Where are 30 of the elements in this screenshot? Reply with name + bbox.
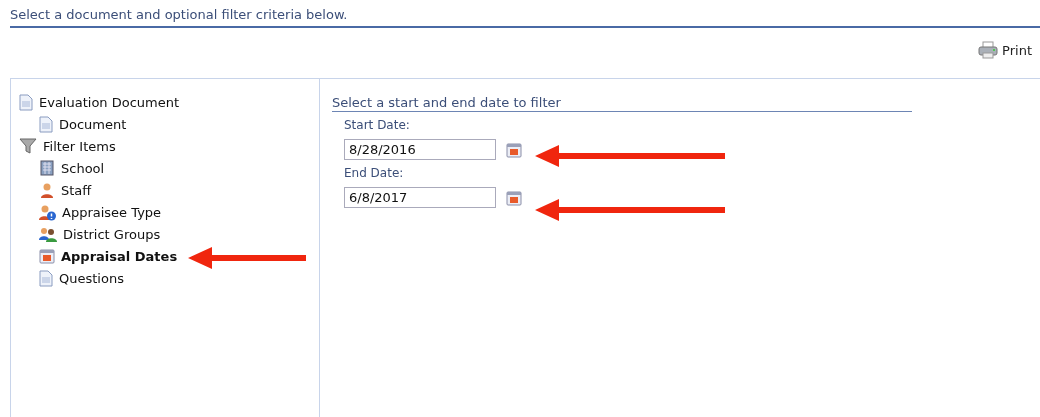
tree-item[interactable]: Document	[39, 113, 319, 135]
people-icon	[39, 226, 57, 242]
document-icon	[39, 269, 53, 287]
tree-item[interactable]: Appraisal Dates	[39, 245, 319, 267]
filter-heading: Select a start and end date to filter	[332, 95, 912, 112]
tree-item[interactable]: Evaluation Document	[19, 91, 319, 113]
printer-icon	[978, 41, 999, 59]
person-icon	[39, 182, 55, 198]
person-info-icon	[39, 203, 56, 221]
tree-item[interactable]: Appraisee Type	[39, 201, 319, 223]
tree-item[interactable]: School	[39, 157, 319, 179]
calendar-button[interactable]	[506, 141, 522, 158]
date-field[interactable]: 8/28/2016	[344, 139, 496, 160]
tree-item[interactable]: Filter Items	[19, 135, 319, 157]
field-label: Start Date:	[344, 118, 411, 132]
document-icon	[39, 115, 53, 133]
calendar-icon	[506, 189, 522, 206]
tree-item[interactable]: District Groups	[39, 223, 319, 245]
calendar-icon	[506, 141, 522, 158]
tree-item[interactable]: Questions	[39, 267, 319, 289]
tree-item[interactable]: Staff	[39, 179, 319, 201]
document-icon	[19, 93, 33, 111]
print-button[interactable]: Print	[978, 40, 1032, 60]
calendar-icon	[39, 248, 55, 264]
field-label: End Date:	[344, 166, 405, 180]
date-field[interactable]: 6/8/2017	[344, 187, 496, 208]
calendar-button[interactable]	[506, 189, 522, 206]
building-icon	[39, 160, 55, 176]
instruction-text: Select a document and optional filter criteria below.	[10, 7, 348, 22]
funnel-icon	[19, 137, 37, 155]
